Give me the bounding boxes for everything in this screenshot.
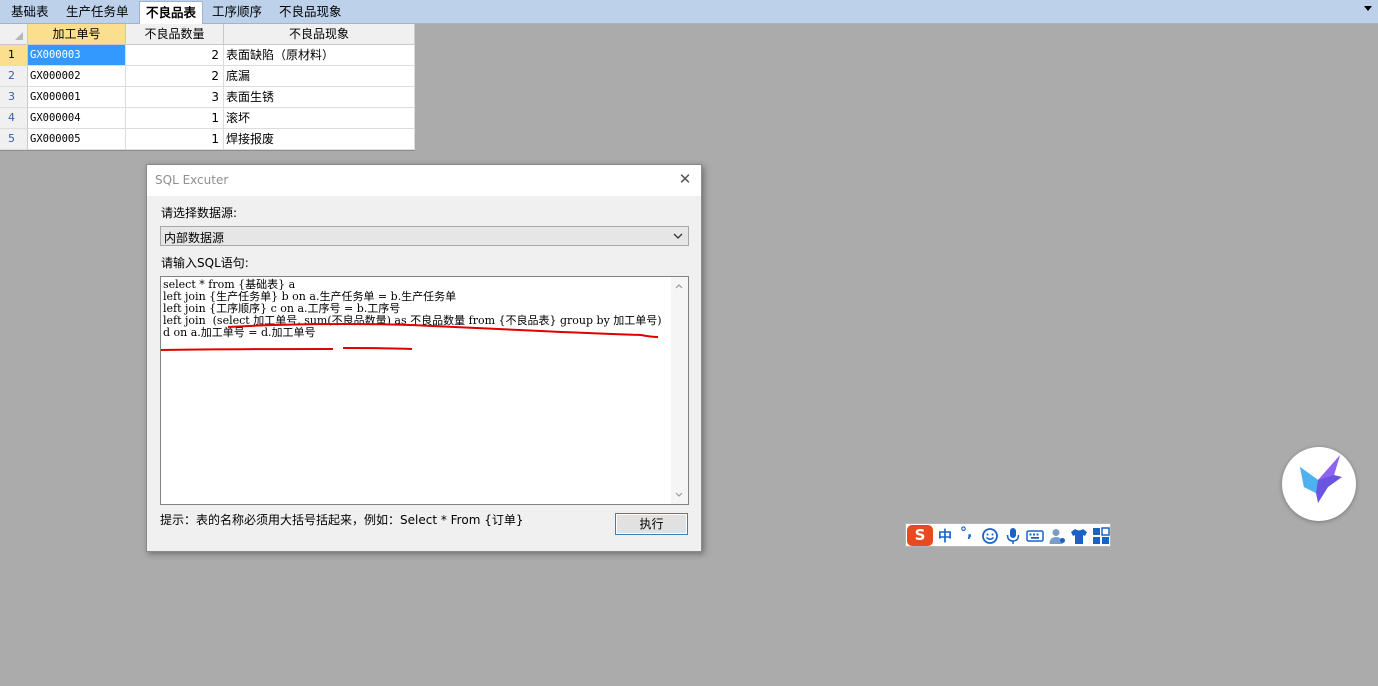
- cell-defect-qty[interactable]: 3: [126, 87, 224, 108]
- ime-toolbar: S 中 °,: [905, 523, 1111, 547]
- microphone-icon[interactable]: [1004, 527, 1022, 545]
- bird-icon: [1300, 455, 1342, 503]
- row-number[interactable]: 4: [0, 108, 28, 129]
- table-row[interactable]: 5 GX000005 1 焊接报废: [0, 129, 415, 150]
- sogou-logo-icon[interactable]: S: [907, 525, 933, 546]
- chevron-down-icon: [673, 233, 683, 239]
- column-header-defect-phenomenon[interactable]: 不良品现象: [224, 24, 415, 45]
- sql-text[interactable]: select * from {基础表} a left join {生产任务单} …: [163, 279, 671, 339]
- tab-basic-table[interactable]: 基础表: [5, 2, 55, 23]
- column-header-defect-qty[interactable]: 不良品数量: [126, 24, 224, 45]
- cell-defect-phenomenon[interactable]: 表面生锈: [224, 87, 415, 108]
- row-number[interactable]: 2: [0, 66, 28, 87]
- table-row[interactable]: 3 GX000001 3 表面生锈: [0, 87, 415, 108]
- floating-assistant-button[interactable]: [1282, 447, 1356, 521]
- table-row[interactable]: 2 GX000002 2 底漏: [0, 66, 415, 87]
- keyboard-icon[interactable]: [1026, 527, 1044, 545]
- cell-defect-qty[interactable]: 1: [126, 108, 224, 129]
- tab-strip: 基础表 生产任务单 不良品表 工序顺序 不良品现象: [0, 0, 1378, 24]
- cell-defect-qty[interactable]: 2: [126, 45, 224, 66]
- table-row[interactable]: 4 GX000004 1 滚坏: [0, 108, 415, 129]
- datasource-label: 请选择数据源:: [161, 206, 238, 220]
- cell-defect-phenomenon[interactable]: 滚坏: [224, 108, 415, 129]
- dialog-titlebar[interactable]: SQL Excuter ✕: [147, 165, 701, 196]
- cell-defect-qty[interactable]: 2: [126, 66, 224, 87]
- sql-executer-dialog: SQL Excuter ✕ 请选择数据源: 内部数据源 请输入SQL语句: se…: [146, 164, 702, 552]
- dialog-title: SQL Excuter: [155, 173, 229, 187]
- cell-order-id[interactable]: GX000002: [28, 66, 126, 87]
- defect-data-grid: 加工单号 不良品数量 不良品现象 1 GX000003 2 表面缺陷（原材料） …: [0, 24, 415, 151]
- skin-tshirt-icon[interactable]: [1070, 527, 1088, 545]
- datasource-select[interactable]: 内部数据源: [160, 226, 689, 246]
- hint-text: 提示：表的名称必须用大括号括起来，例如：Select * From {订单}: [160, 513, 524, 527]
- ime-mode-chinese[interactable]: 中: [938, 526, 952, 546]
- cell-defect-phenomenon[interactable]: 焊接报废: [224, 129, 415, 150]
- scroll-down-arrow-icon[interactable]: [675, 491, 683, 499]
- row-number[interactable]: 5: [0, 129, 28, 150]
- close-icon[interactable]: ✕: [677, 170, 693, 188]
- execute-button[interactable]: 执行: [615, 513, 688, 535]
- cell-order-id[interactable]: GX000003: [28, 45, 126, 66]
- corner-triangle-icon: [15, 32, 23, 40]
- cell-order-id[interactable]: GX000001: [28, 87, 126, 108]
- cell-order-id[interactable]: GX000005: [28, 129, 126, 150]
- toolbox-grid-icon[interactable]: [1092, 527, 1110, 545]
- ime-punctuation-toggle[interactable]: °,: [960, 525, 972, 541]
- datasource-selected-value: 内部数据源: [164, 231, 225, 245]
- scroll-up-arrow-icon[interactable]: [675, 282, 683, 290]
- vertical-scrollbar[interactable]: [671, 277, 688, 504]
- sql-input-label: 请输入SQL语句:: [161, 256, 249, 270]
- tab-dropdown-arrow-icon[interactable]: [1364, 6, 1372, 11]
- cell-order-id[interactable]: GX000004: [28, 108, 126, 129]
- tab-process-order[interactable]: 工序顺序: [206, 2, 268, 23]
- column-header-order-id[interactable]: 加工单号: [28, 24, 126, 45]
- tab-production-task[interactable]: 生产任务单: [60, 2, 135, 23]
- tab-defect-phenomenon[interactable]: 不良品现象: [273, 2, 348, 23]
- cell-defect-phenomenon[interactable]: 表面缺陷（原材料）: [224, 45, 415, 66]
- cell-defect-qty[interactable]: 1: [126, 129, 224, 150]
- row-number[interactable]: 3: [0, 87, 28, 108]
- select-all-corner[interactable]: [0, 24, 28, 45]
- emoji-icon[interactable]: [981, 527, 999, 545]
- table-row[interactable]: 1 GX000003 2 表面缺陷（原材料）: [0, 45, 415, 66]
- cell-defect-phenomenon[interactable]: 底漏: [224, 66, 415, 87]
- user-icon[interactable]: [1048, 527, 1066, 545]
- tab-defect-table[interactable]: 不良品表: [139, 1, 204, 24]
- row-number[interactable]: 1: [0, 45, 28, 66]
- sql-textarea[interactable]: select * from {基础表} a left join {生产任务单} …: [160, 276, 689, 505]
